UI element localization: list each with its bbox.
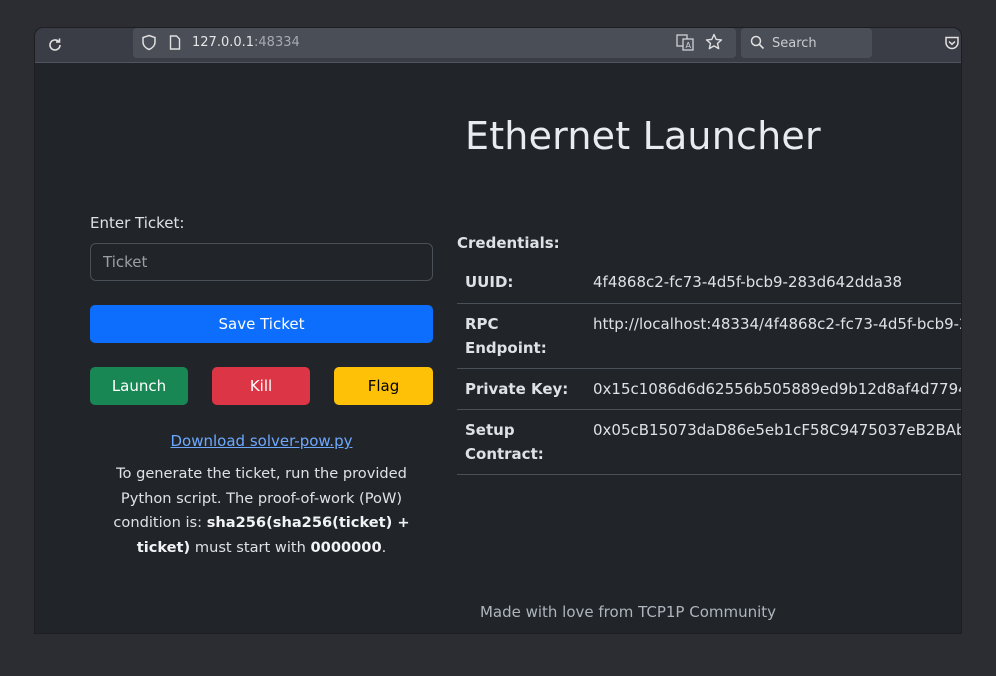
- table-row: Setup Contract: 0x05cB15073daD86e5eb1cF5…: [457, 409, 961, 475]
- browser-toolbar: 127.0.0.1:48334 A Search: [35, 28, 961, 63]
- credential-value: http://localhost:48334/4f4868c2-fc73-4d5…: [585, 303, 961, 369]
- browser-search-box[interactable]: Search: [741, 28, 872, 58]
- table-row: RPC Endpoint: http://localhost:48334/4f4…: [457, 303, 961, 369]
- search-placeholder: Search: [772, 36, 817, 51]
- credential-key: UUID:: [457, 262, 585, 304]
- browser-window: 127.0.0.1:48334 A Search Ethernet Launch…: [35, 28, 961, 633]
- credential-key: RPC Endpoint:: [457, 303, 585, 369]
- credential-value: 0x15c1086d6d62556b505889ed9b12d8af4d7794…: [585, 368, 961, 410]
- table-row: Private Key: 0x15c1086d6d62556b505889ed9…: [457, 368, 961, 410]
- download-solver-link[interactable]: Download solver-pow.py: [90, 432, 433, 450]
- credential-key: Setup Contract:: [457, 409, 585, 475]
- url-bar[interactable]: 127.0.0.1:48334 A: [133, 28, 736, 58]
- pow-description: To generate the ticket, run the provided…: [90, 462, 433, 560]
- search-icon: [750, 35, 765, 54]
- footer-text: Made with love from TCP1P Community: [479, 603, 777, 621]
- ticket-input[interactable]: [90, 243, 433, 281]
- table-row: UUID: 4f4868c2-fc73-4d5f-bcb9-283d642dda…: [457, 262, 961, 304]
- credential-value: 4f4868c2-fc73-4d5f-bcb9-283d642dda38: [585, 262, 961, 304]
- url-text[interactable]: 127.0.0.1:48334: [192, 35, 300, 50]
- translate-icon[interactable]: A: [676, 34, 694, 55]
- desc-text-3: .: [381, 538, 387, 556]
- credentials-heading: Credentials:: [457, 234, 560, 252]
- page-icon: [169, 35, 181, 54]
- star-icon[interactable]: [705, 33, 723, 55]
- svg-text:A: A: [686, 41, 692, 50]
- pocket-icon[interactable]: [944, 35, 960, 55]
- save-ticket-button[interactable]: Save Ticket: [90, 305, 433, 343]
- ticket-label: Enter Ticket:: [90, 214, 185, 232]
- credential-value: 0x05cB15073daD86e5eb1cF58C9475037eB2BAbC…: [585, 409, 961, 475]
- credential-key: Private Key:: [457, 368, 585, 410]
- desc-text-2: must start with: [190, 538, 311, 556]
- page-title: Ethernet Launcher: [465, 114, 821, 158]
- desc-bold-prefix: 0000000: [310, 538, 382, 556]
- kill-button[interactable]: Kill: [212, 367, 310, 405]
- credentials-table: UUID: 4f4868c2-fc73-4d5f-bcb9-283d642dda…: [457, 262, 961, 475]
- shield-icon[interactable]: [141, 34, 157, 55]
- url-port: :48334: [254, 35, 300, 50]
- reload-icon[interactable]: [43, 33, 67, 57]
- flag-button[interactable]: Flag: [334, 367, 433, 405]
- url-host: 127.0.0.1: [192, 35, 255, 50]
- launch-button[interactable]: Launch: [90, 367, 188, 405]
